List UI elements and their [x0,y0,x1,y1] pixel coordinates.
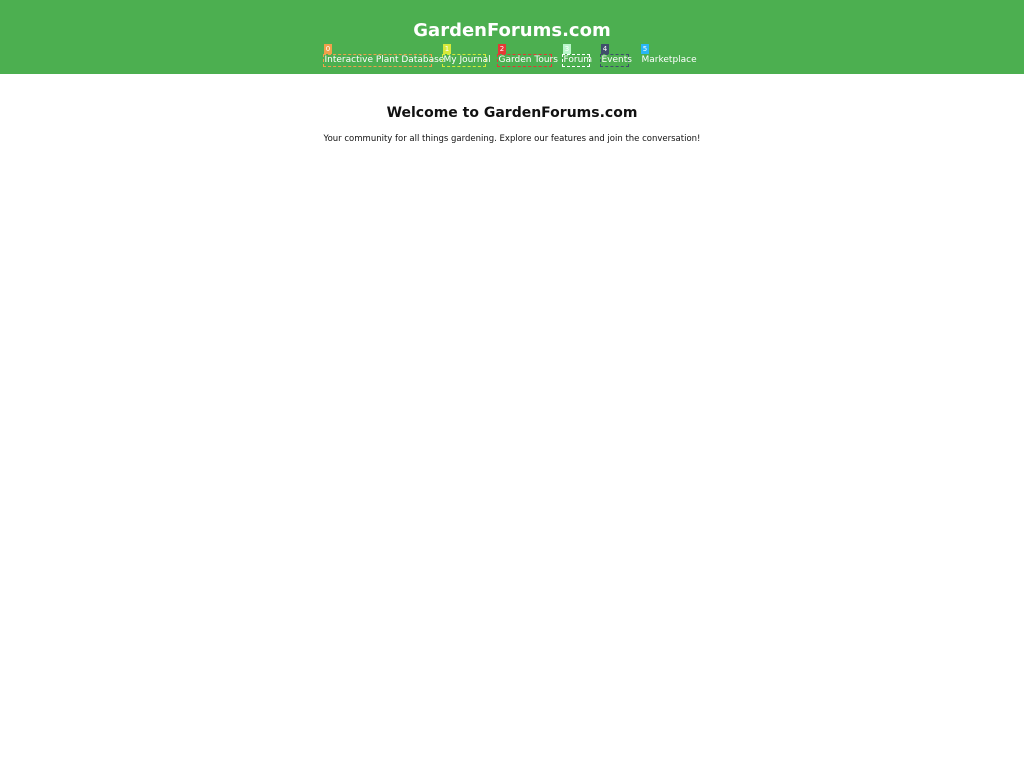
nav-item-marketplace[interactable]: 5 Marketplace [640,44,697,67]
nav-link-my-journal[interactable]: My Journal [442,54,491,67]
nav-link-interactive-plant-database[interactable]: Interactive Plant Database [323,54,444,67]
nav-item-my-journal[interactable]: 1 My Journal [442,44,491,67]
nav-item-events[interactable]: 4 Events [600,44,632,67]
nav-item-garden-tours[interactable]: 2 Garden Tours [497,44,558,67]
nav-link-forum[interactable]: Forum [562,54,592,67]
nav-badge-5: 5 [641,44,649,54]
welcome-heading: Welcome to GardenForums.com [386,105,638,122]
nav-badge-3: 3 [563,44,571,54]
site-header: GardenForums.com 0 Interactive Plant Dat… [0,0,1024,74]
nav-badge-0: 0 [324,44,332,54]
welcome-tagline: Your community for all things gardening.… [323,133,701,144]
nav-link-marketplace[interactable]: Marketplace [640,54,697,67]
nav-item-interactive-plant-database[interactable]: 0 Interactive Plant Database [323,44,444,67]
nav-item-forum[interactable]: 3 Forum [562,44,592,67]
nav-badge-2: 2 [498,44,506,54]
nav-badge-4: 4 [601,44,609,54]
nav-link-events[interactable]: Events [600,54,632,67]
nav-link-garden-tours[interactable]: Garden Tours [497,54,558,67]
site-title: GardenForums.com [413,20,611,41]
nav-badge-1: 1 [443,44,451,54]
